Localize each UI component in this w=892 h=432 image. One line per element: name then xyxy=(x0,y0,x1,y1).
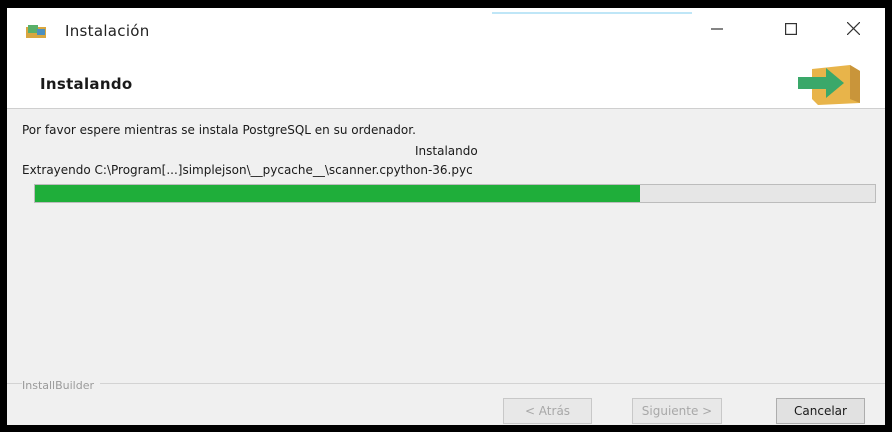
next-button[interactable]: Siguiente > xyxy=(632,398,722,424)
maximize-button[interactable] xyxy=(771,12,811,46)
installer-window: Instalación Instalando Por favor espere … xyxy=(0,0,892,432)
status-label: Instalando xyxy=(415,144,478,158)
minimize-icon xyxy=(711,20,723,39)
current-file-label: Extrayendo C:\Program[...]simplejson\__p… xyxy=(22,163,473,177)
back-button[interactable]: < Atrás xyxy=(503,398,592,424)
installbuilder-brand: InstallBuilder xyxy=(22,379,101,392)
page-title: Instalando xyxy=(40,75,133,93)
title-bar: Instalación xyxy=(7,8,885,50)
footer-divider xyxy=(7,383,885,384)
window-title: Instalación xyxy=(65,22,150,40)
install-message: Por favor espere mientras se instala Pos… xyxy=(22,123,416,137)
progress-bar xyxy=(34,184,876,203)
installer-box-arrow-icon xyxy=(798,59,862,105)
page-header: Instalando xyxy=(7,50,885,109)
titlebar-accent xyxy=(492,12,692,14)
app-icon xyxy=(26,23,46,38)
minimize-button[interactable] xyxy=(697,12,737,46)
close-icon xyxy=(846,20,860,39)
content-area: Por favor espere mientras se instala Pos… xyxy=(7,109,885,381)
maximize-icon xyxy=(785,20,798,39)
cancel-button[interactable]: Cancelar xyxy=(776,398,865,424)
close-button[interactable] xyxy=(833,12,873,46)
progress-bar-fill xyxy=(35,185,640,202)
